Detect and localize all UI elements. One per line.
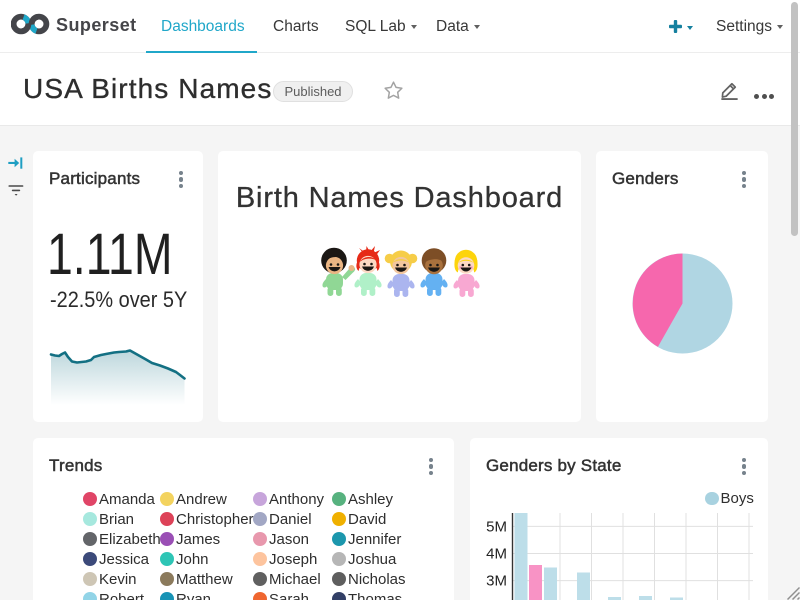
svg-text:3M: 3M	[486, 573, 507, 590]
svg-text:4M: 4M	[486, 546, 507, 563]
svg-text:5M: 5M	[486, 518, 507, 535]
